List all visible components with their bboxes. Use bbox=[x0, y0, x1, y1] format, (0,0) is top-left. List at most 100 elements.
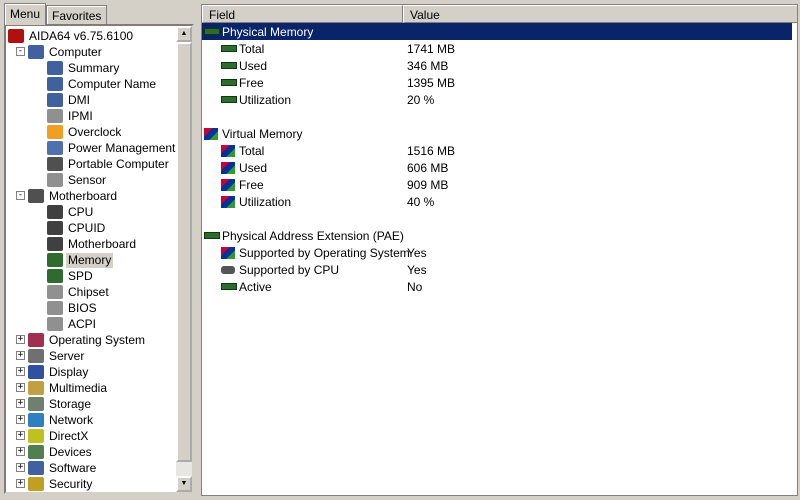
computer-icon bbox=[47, 93, 63, 107]
tree-item[interactable]: Portable Computer bbox=[47, 156, 171, 172]
expand-icon[interactable]: + bbox=[16, 383, 25, 392]
tree-item[interactable]: CPUID bbox=[47, 220, 107, 236]
tab-menu[interactable]: Menu bbox=[4, 3, 47, 25]
tree-item[interactable]: - Motherboard bbox=[16, 188, 119, 204]
tree-item[interactable]: - Computer bbox=[16, 44, 104, 60]
section-header-row[interactable]: Virtual Memory bbox=[202, 125, 792, 142]
table-row[interactable]: Supported by Operating System Yes bbox=[202, 244, 792, 261]
virtual-memory-icon bbox=[221, 195, 235, 208]
table-row[interactable]: Active No bbox=[202, 278, 792, 295]
tree-item-label: Server bbox=[49, 348, 85, 363]
field-value: Yes bbox=[407, 262, 427, 277]
table-row[interactable]: Used 346 MB bbox=[202, 57, 792, 74]
tree-item[interactable]: DMI bbox=[47, 92, 92, 108]
column-header-field[interactable]: Field bbox=[202, 5, 403, 23]
tree-item-label: Summary bbox=[68, 60, 120, 75]
tree-item[interactable]: BIOS bbox=[47, 300, 99, 316]
table-row[interactable]: Used 606 MB bbox=[202, 159, 792, 176]
tree-item-label: Power Management bbox=[68, 140, 176, 155]
collapse-icon[interactable]: - bbox=[16, 191, 25, 200]
flame-icon bbox=[47, 125, 63, 139]
table-row[interactable]: Utilization 40 % bbox=[202, 193, 792, 210]
scroll-thumb[interactable] bbox=[176, 42, 192, 462]
navigation-tree: AIDA64 v6.75.6100 - Computer Summary Compute… bbox=[4, 24, 194, 494]
cpu-icon bbox=[47, 205, 63, 219]
tree-item[interactable]: + Display bbox=[16, 364, 90, 380]
field-label: Physical Memory bbox=[222, 24, 314, 39]
expand-icon[interactable]: + bbox=[16, 447, 25, 456]
memory-icon bbox=[47, 269, 63, 283]
expand-icon[interactable]: + bbox=[16, 431, 25, 440]
tree-item-label: Computer bbox=[49, 44, 102, 59]
table-row[interactable]: Utilization 20 % bbox=[202, 91, 792, 108]
tree-item[interactable]: + Software bbox=[16, 460, 98, 476]
field-value: No bbox=[407, 279, 423, 294]
table-row[interactable]: Free 1395 MB bbox=[202, 74, 792, 91]
shield-icon bbox=[28, 477, 44, 491]
tree-item[interactable]: Summary bbox=[47, 60, 121, 76]
tree-item[interactable]: Overclock bbox=[47, 124, 123, 140]
tree-item[interactable]: SPD bbox=[47, 268, 95, 284]
tree-item-label: Display bbox=[49, 364, 89, 379]
tree-item[interactable]: IPMI bbox=[47, 108, 95, 124]
tree-item[interactable]: + Devices bbox=[16, 444, 94, 460]
virtual-memory-icon bbox=[221, 161, 235, 174]
expand-icon[interactable]: + bbox=[16, 367, 25, 376]
tree-item[interactable]: Motherboard bbox=[47, 236, 138, 252]
section-header-row[interactable]: Physical Memory bbox=[202, 23, 792, 40]
tree-item[interactable]: + Server bbox=[16, 348, 86, 364]
tree-item-label: Sensor bbox=[68, 172, 107, 187]
motherboard-icon bbox=[28, 189, 44, 203]
section-header-row[interactable]: Physical Address Extension (PAE) bbox=[202, 227, 792, 244]
tree-scrollbar[interactable]: ▲ ▼ bbox=[176, 26, 192, 492]
tree-item-label: Storage bbox=[49, 396, 92, 411]
tree-item[interactable]: CPU bbox=[47, 204, 95, 220]
expand-icon[interactable]: + bbox=[16, 399, 25, 408]
tree-item[interactable]: + Multimedia bbox=[16, 380, 109, 396]
field-value: 1741 MB bbox=[407, 41, 456, 56]
expand-icon[interactable]: + bbox=[16, 463, 25, 472]
scroll-up-button[interactable]: ▲ bbox=[176, 26, 192, 42]
field-label: Utilization bbox=[239, 92, 292, 107]
tree-item[interactable]: AIDA64 v6.75.6100 bbox=[8, 28, 135, 44]
tree-item[interactable]: + Security bbox=[16, 476, 94, 492]
column-header-value[interactable]: Value bbox=[403, 5, 797, 23]
tree-item[interactable]: ACPI bbox=[47, 316, 98, 332]
tree-item[interactable]: Sensor bbox=[47, 172, 108, 188]
tree-item-label: Chipset bbox=[68, 284, 109, 299]
tree-item[interactable]: Chipset bbox=[47, 284, 111, 300]
tree-item-label: CPU bbox=[68, 204, 94, 219]
field-label: Free bbox=[239, 177, 264, 192]
field-value: 40 % bbox=[407, 194, 435, 209]
tree-item[interactable]: Computer Name bbox=[47, 76, 158, 92]
tab-favorites[interactable]: Favorites bbox=[46, 5, 108, 25]
scroll-down-button[interactable]: ▼ bbox=[176, 476, 192, 492]
field-label: Supported by Operating System bbox=[239, 245, 410, 260]
expand-icon[interactable]: + bbox=[16, 415, 25, 424]
expand-icon[interactable]: + bbox=[16, 479, 25, 488]
table-row[interactable]: Supported by CPU Yes bbox=[202, 261, 792, 278]
aida64-logo-icon bbox=[8, 29, 24, 43]
table-row[interactable]: Total 1741 MB bbox=[202, 40, 792, 57]
expand-icon[interactable]: + bbox=[16, 351, 25, 360]
field-label: Active bbox=[239, 279, 272, 294]
tree-item-label: BIOS bbox=[68, 300, 97, 315]
computer-icon bbox=[47, 77, 63, 91]
tree-item[interactable]: Power Management bbox=[47, 140, 177, 156]
tree-item[interactable]: Memory bbox=[47, 252, 114, 268]
collapse-icon[interactable]: - bbox=[16, 47, 25, 56]
field-value: Yes bbox=[407, 245, 427, 260]
table-row[interactable]: Free 909 MB bbox=[202, 176, 792, 193]
memory-module-icon bbox=[204, 28, 220, 35]
field-value: 909 MB bbox=[407, 177, 449, 192]
tree-item[interactable]: + DirectX bbox=[16, 428, 90, 444]
details-list: Field Value Physical Memory Total 1741 MB U… bbox=[201, 4, 798, 496]
field-label: Physical Address Extension (PAE) bbox=[222, 228, 404, 243]
expand-icon[interactable]: + bbox=[16, 335, 25, 344]
table-row[interactable]: Total 1516 MB bbox=[202, 142, 792, 159]
tree-item-label: Software bbox=[49, 460, 97, 475]
tree-item[interactable]: + Operating System bbox=[16, 332, 147, 348]
tree-item[interactable]: + Storage bbox=[16, 396, 93, 412]
computer-icon bbox=[28, 45, 44, 59]
tree-item[interactable]: + Network bbox=[16, 412, 95, 428]
